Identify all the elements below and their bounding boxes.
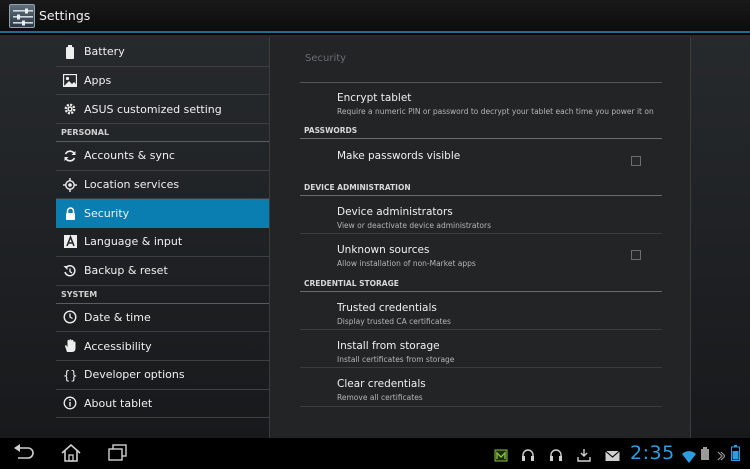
panel-title: Security	[305, 53, 347, 64]
sidebar-item-date-time[interactable]: Date & time	[56, 304, 269, 333]
sidebar-item-battery[interactable]: Battery	[56, 38, 269, 67]
personal-header: PERSONAL	[56, 124, 269, 143]
recent-apps-button[interactable]	[107, 444, 129, 466]
row-title: Device administrators	[337, 206, 453, 218]
settings-sidebar: Battery Apps ASUS customized setting PER…	[56, 38, 269, 419]
row-title: Make passwords visible	[337, 150, 461, 162]
home-button[interactable]	[60, 443, 82, 466]
encrypt-tablet-row[interactable]: Encrypt tablet Require a numeric PIN or …	[300, 83, 662, 124]
row-title: Trusted credentials	[337, 302, 437, 314]
row-subtitle: Install certificates from storage	[337, 355, 455, 364]
row-title: Encrypt tablet	[337, 92, 412, 104]
sidebar-item-label: About tablet	[84, 396, 153, 410]
row-subtitle: View or deactivate device administrators	[337, 221, 491, 230]
back-button[interactable]	[13, 444, 35, 466]
sidebar-item-asus-customized[interactable]: ASUS customized setting	[56, 95, 269, 125]
row-subtitle: Remove all certificates	[337, 393, 423, 402]
app-title: Settings	[39, 8, 91, 23]
unknown-sources-checkbox[interactable]	[631, 250, 641, 260]
divider	[300, 406, 662, 407]
clock-icon	[63, 310, 77, 324]
wifi-icon	[682, 448, 696, 467]
braces-icon: {}	[63, 368, 77, 382]
sidebar-item-label: Battery	[84, 45, 125, 59]
sidebar-item-label: Developer options	[84, 368, 185, 382]
battery-icon	[63, 44, 77, 59]
sidebar-item-label: Accessibility	[84, 339, 152, 353]
row-title: Clear credentials	[337, 378, 426, 390]
sidebar-item-label: Date & time	[84, 310, 151, 324]
device-administrators-row[interactable]: Device administrators View or deactivate…	[300, 196, 662, 234]
sidebar-item-accessibility[interactable]: Accessibility	[56, 332, 269, 361]
sidebar-item-apps[interactable]: Apps	[56, 67, 269, 96]
hand-icon	[63, 339, 77, 353]
android-notification-icon[interactable]	[494, 447, 508, 466]
system-bar: 2:35	[0, 438, 750, 469]
sync-icon	[63, 149, 77, 163]
row-subtitle: Allow installation of non-Market apps	[337, 259, 476, 268]
apps-icon	[63, 74, 77, 88]
chevron-icon	[717, 447, 726, 466]
sidebar-item-label: Apps	[84, 74, 112, 88]
sidebar-item-accounts-sync[interactable]: Accounts & sync	[56, 142, 269, 171]
sidebar-item-label: Language & input	[84, 235, 183, 249]
sidebar-item-location-services[interactable]: Location services	[56, 171, 269, 200]
sidebar-item-label: Backup & reset	[84, 264, 168, 278]
location-icon	[63, 177, 77, 192]
status-clock[interactable]: 2:35	[630, 442, 675, 464]
info-icon	[63, 396, 77, 410]
passwords-header: PASSWORDS	[304, 126, 358, 135]
headset-icon[interactable]	[548, 447, 564, 466]
storage-icon	[700, 446, 710, 465]
install-from-storage-row[interactable]: Install from storage Install certificate…	[300, 330, 662, 368]
sidebar-item-label: Accounts & sync	[84, 149, 175, 163]
system-header: SYSTEM	[56, 286, 269, 304]
battery-status-icon	[731, 445, 740, 465]
sidebar-item-backup-reset[interactable]: Backup & reset	[56, 257, 269, 286]
sidebar-item-security[interactable]: Security	[56, 199, 269, 229]
sidebar-item-label: Security	[84, 206, 130, 220]
backup-icon	[63, 264, 77, 278]
headphones-icon[interactable]	[521, 447, 535, 466]
sidebar-item-language-input[interactable]: Language & input	[56, 228, 269, 257]
trusted-credentials-row[interactable]: Trusted credentials Display trusted CA c…	[300, 292, 662, 330]
row-title: Install from storage	[337, 340, 440, 352]
device-administration-header: DEVICE ADMINISTRATION	[304, 183, 411, 192]
clear-credentials-row[interactable]: Clear credentials Remove all certificate…	[300, 368, 662, 407]
main-area: Battery Apps ASUS customized setting PER…	[0, 35, 750, 438]
row-subtitle: Require a numeric PIN or password to dec…	[337, 107, 654, 116]
action-bar: Settings	[0, 0, 750, 33]
unknown-sources-row[interactable]: Unknown sources Allow installation of no…	[300, 234, 662, 273]
sidebar-item-label: Location services	[84, 178, 180, 192]
sidebar-item-label: ASUS customized setting	[84, 102, 222, 116]
svg-text:{}: {}	[63, 368, 77, 382]
credential-storage-header: CREDENTIAL STORAGE	[304, 279, 399, 288]
sidebar-item-about-tablet[interactable]: About tablet	[56, 390, 269, 419]
email-icon[interactable]	[605, 447, 620, 466]
row-subtitle: Display trusted CA certificates	[337, 317, 451, 326]
lock-icon	[63, 206, 77, 220]
security-panel: Security Encrypt tablet Require a numeri…	[269, 37, 691, 438]
sidebar-item-developer-options[interactable]: {} Developer options	[56, 361, 269, 390]
make-passwords-visible-row[interactable]: Make passwords visible	[300, 139, 662, 178]
settings-app-icon[interactable]	[9, 3, 35, 28]
language-icon	[63, 235, 77, 249]
make-passwords-visible-checkbox[interactable]	[631, 156, 641, 166]
download-icon[interactable]	[577, 447, 591, 466]
gear-icon	[63, 102, 77, 116]
row-title: Unknown sources	[337, 244, 430, 256]
